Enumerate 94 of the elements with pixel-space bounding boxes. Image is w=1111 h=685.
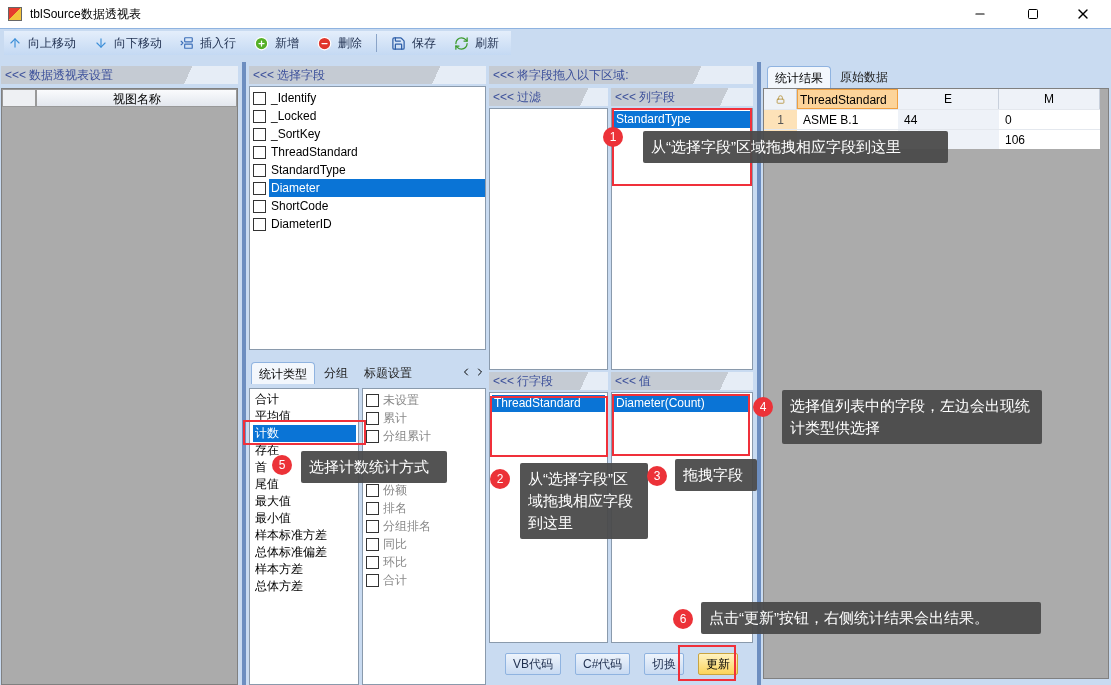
table-cell: 44 [898,110,999,129]
action-button[interactable]: 更新 [698,653,739,675]
checkbox[interactable] [253,145,266,159]
stat-option-label: 累计 [383,410,407,427]
insert-row-icon [180,36,194,50]
field-item[interactable]: DiameterID [269,215,485,233]
callout-tooltip: 从“选择字段”区域拖拽相应字段到这里 [520,463,648,539]
stat-type-item[interactable]: 计数 [253,425,356,442]
tab[interactable]: 标题设置 [357,362,419,384]
callout-tooltip: 选择计数统计方式 [301,451,447,483]
tab[interactable]: 统计结果 [767,66,831,88]
tab[interactable]: 原始数据 [833,66,895,88]
checkbox[interactable] [366,537,379,551]
panel-header: <<< 列字段 [611,88,753,106]
callout-tooltip: 选择值列表中的字段，左边会出现统计类型供选择 [782,390,1042,444]
field-item[interactable]: _Identify [269,89,485,107]
toolbar-button[interactable]: 向下移动 [90,34,166,52]
stat-type-item[interactable]: 总体标准偏差 [253,544,356,561]
checkbox[interactable] [366,519,379,533]
stat-type-item[interactable]: 合计 [253,391,356,408]
grid-corner [2,89,36,107]
stat-option-label: 未设置 [383,392,419,409]
panel-header: <<< 数据透视表设置 [1,66,238,84]
checkbox[interactable] [366,555,379,569]
stat-option-label: 排名 [383,500,407,517]
column-header: M [999,89,1100,109]
field-item[interactable]: ShortCode [269,197,485,215]
checkbox[interactable] [366,429,379,443]
stat-type-item[interactable]: 样本标准方差 [253,527,356,544]
stat-type-item[interactable]: 最小值 [253,510,356,527]
stat-option-label: 分组排名 [383,518,431,535]
tab[interactable]: 分组 [317,362,355,384]
stat-type-item[interactable]: 总体方差 [253,578,356,595]
checkbox[interactable] [366,411,379,425]
callout-tooltip: 从“选择字段”区域拖拽相应字段到这里 [643,131,948,163]
checkbox[interactable] [366,573,379,587]
checkbox[interactable] [253,163,266,177]
delete-icon [317,35,332,51]
app-icon [8,7,22,21]
drop-list-item[interactable]: StandardType [614,111,750,128]
field-item[interactable]: Diameter [269,179,485,197]
field-item[interactable]: _SortKey [269,125,485,143]
checkbox[interactable] [366,393,379,407]
refresh-icon [454,35,469,51]
panel-header: <<< 值 [611,372,753,390]
callout-tooltip: 点击“更新”按钮，右侧统计结果会出结果。 [701,602,1041,634]
action-button[interactable]: 切换 [644,653,685,675]
action-button[interactable]: VB代码 [505,653,561,675]
stat-type-item[interactable]: 样本方差 [253,561,356,578]
field-item[interactable]: _Locked [269,107,485,125]
panel-header: <<< 行字段 [489,372,608,390]
stat-type-item[interactable]: 最大值 [253,493,356,510]
toolbar-button[interactable]: 新增 [250,34,303,52]
stat-option-label: 份额 [383,482,407,499]
action-button[interactable]: C#代码 [575,653,631,675]
add-icon [254,35,269,51]
table-cell-text: ASME B.1 [802,112,860,129]
checkbox[interactable] [366,483,379,497]
panel-header: <<< 将字段拖入以下区域: [489,66,753,84]
save-icon [391,35,406,51]
toolbar-button[interactable]: 向上移动 [4,34,80,52]
toolbar-button[interactable]: 刷新 [450,34,503,52]
checkbox[interactable] [366,501,379,515]
lock-icon [775,94,785,104]
toolbar-button[interactable]: 删除 [313,34,366,52]
callout-tooltip: 拖拽字段 [675,459,757,491]
checkbox[interactable] [253,127,266,141]
column-header: 视图名称 [36,89,237,107]
highlight-frame [678,645,736,681]
table-cell-text: 106 [1004,132,1027,149]
down-arrow-icon [94,36,108,50]
row-number: 1 [777,111,784,129]
table-cell-text: 0 [1004,112,1013,129]
column-header: E [898,89,999,109]
checkbox[interactable] [253,181,266,195]
toolbar-button[interactable]: 保存 [387,34,440,52]
stat-option-label: 同比 [383,536,407,553]
stat-option-label: 环比 [383,554,407,571]
window-title: tblSource数据透视表 [30,6,142,23]
toolbar-button[interactable]: 插入行 [176,34,240,52]
maximize-icon[interactable] [1027,8,1039,20]
checkbox[interactable] [253,217,266,231]
checkbox[interactable] [253,199,266,213]
stat-option-label: 合计 [383,572,407,589]
field-item[interactable]: ThreadStandard [269,143,485,161]
tab[interactable]: 统计类型 [251,362,315,384]
checkbox[interactable] [253,109,266,123]
panel-header: <<< 过滤 [489,88,608,106]
stat-option-label: 分组累计 [383,428,431,445]
panel-header: <<< 选择字段 [249,66,486,84]
step-badge: 4 [753,397,773,417]
column-header: ThreadStandard [797,89,898,109]
field-item[interactable]: StandardType [269,161,485,179]
checkbox[interactable] [253,91,266,105]
